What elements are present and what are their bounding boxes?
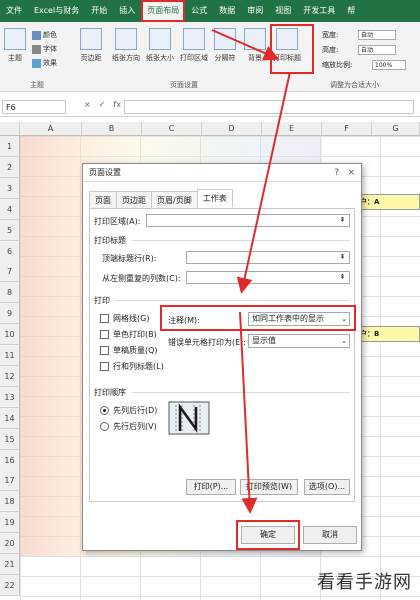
watermark: 看看手游网 — [317, 572, 412, 593]
annotation-arrows — [211, 29, 291, 514]
